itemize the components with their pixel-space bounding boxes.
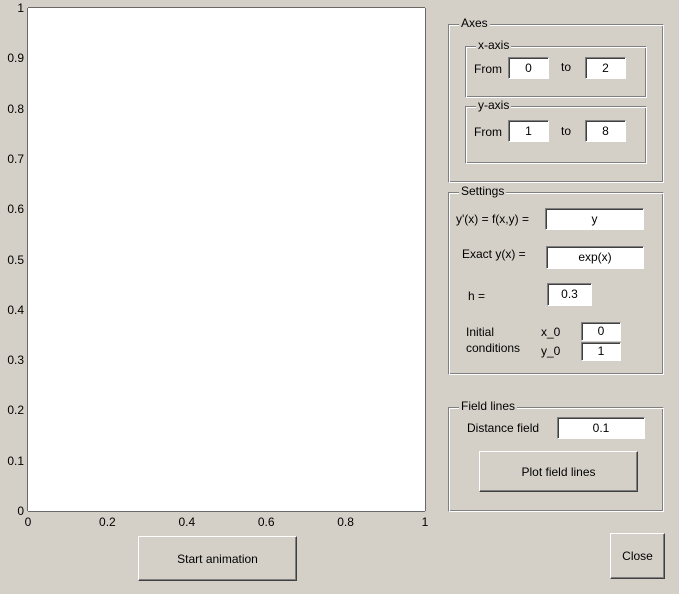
x0-field[interactable]: 0 — [581, 322, 621, 341]
distance-field-label: Distance field — [467, 421, 540, 435]
plot-area — [28, 8, 425, 511]
y-tick-label: 0.9 — [7, 51, 24, 66]
x-tick-label: 0.6 — [257, 515, 275, 529]
x-tick-label: 0 — [24, 515, 32, 529]
y-tick-label: 0.5 — [7, 252, 24, 267]
x-tick-label: 0.4 — [178, 515, 196, 529]
close-button[interactable]: Close — [610, 533, 665, 579]
y0-field[interactable]: 1 — [581, 342, 621, 361]
h-label: h = — [468, 289, 486, 303]
plot-field-lines-button[interactable]: Plot field lines — [479, 451, 638, 492]
initial-label-line1: Initial — [466, 325, 495, 339]
y-to-field[interactable]: 8 — [585, 120, 626, 142]
exact-label: Exact y(x) = — [462, 247, 526, 261]
x-axis-group-title: x-axis — [476, 38, 512, 52]
y-tick-label: 0.3 — [7, 353, 24, 368]
y-from-label: From — [474, 125, 502, 139]
axes-plot: 0 0.1 0.2 0.3 0.4 0.5 0.6 0.7 0.8 0.9 1 0 0.2 0.4 0.6… — [0, 0, 440, 535]
x-from-label: From — [474, 62, 502, 76]
x-from-field[interactable]: 0 — [508, 57, 549, 79]
settings-group-title: Settings — [459, 184, 507, 198]
x-to-field[interactable]: 2 — [585, 57, 626, 79]
y-tick-label: 0.8 — [7, 101, 24, 116]
x0-label: x_0 — [541, 325, 561, 339]
axes-group-title: Axes — [459, 16, 490, 30]
h-field[interactable]: 0.3 — [547, 283, 592, 306]
y-tick-label: 0.4 — [7, 302, 24, 317]
y-tick-label: 0.6 — [7, 202, 24, 217]
x-tick-label: 0.2 — [99, 515, 116, 529]
initial-label-line2: conditions — [466, 341, 521, 355]
y-tick-label: 1 — [17, 1, 24, 15]
y0-label: y_0 — [541, 344, 561, 358]
x-tick-label: 1 — [421, 515, 429, 529]
y-axis-group-title: y-axis — [476, 98, 512, 112]
ode-field[interactable]: y — [545, 208, 644, 230]
y-tick-label: 0.7 — [7, 151, 24, 166]
y-from-field[interactable]: 1 — [508, 120, 549, 142]
x-tick-label: 0.8 — [337, 515, 354, 529]
x-to-label: to — [561, 60, 572, 74]
distance-field-input[interactable]: 0.1 — [557, 417, 645, 439]
y-tick-label: 0.2 — [7, 403, 24, 418]
exact-field[interactable]: exp(x) — [546, 246, 644, 269]
y-to-label: to — [561, 124, 572, 138]
y-tick-label: 0.1 — [7, 453, 24, 468]
ode-label: y'(x) = f(x,y) = — [456, 212, 529, 226]
field-lines-group-title: Field lines — [459, 399, 518, 413]
start-animation-button[interactable]: Start animation — [138, 536, 297, 581]
